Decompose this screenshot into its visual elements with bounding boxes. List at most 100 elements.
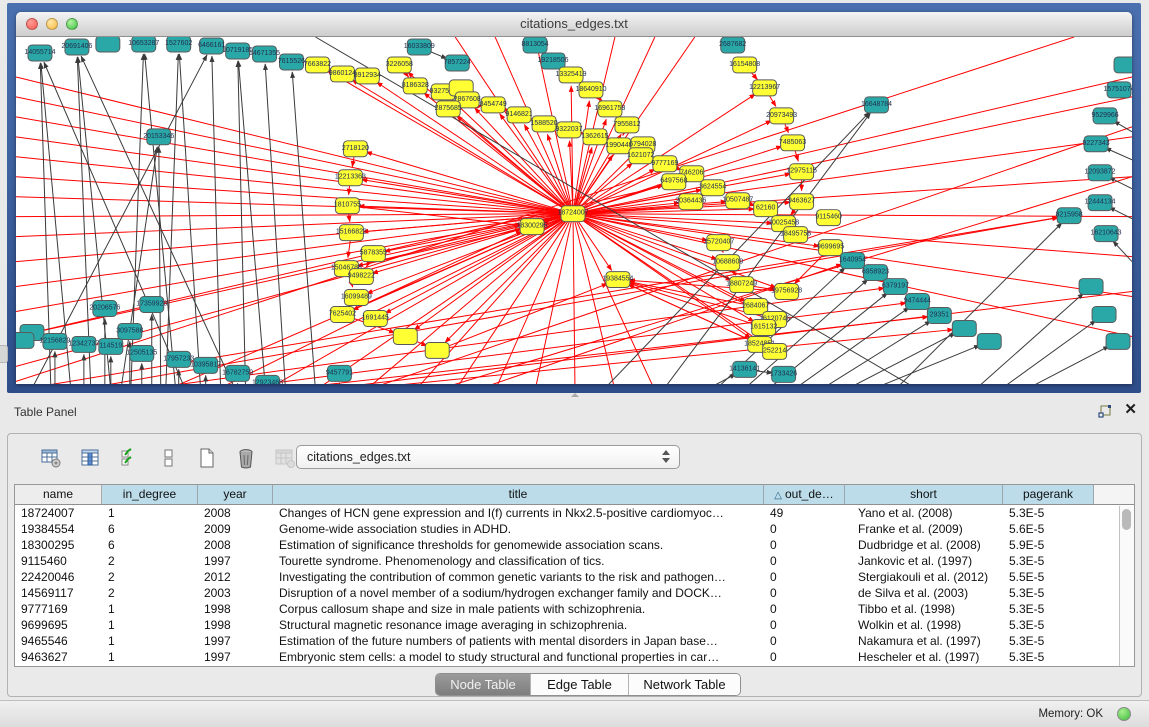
minimize-window-button[interactable] (46, 18, 58, 30)
table-cell[interactable]: 0 (764, 617, 845, 633)
table-cell[interactable]: 6 (102, 521, 198, 537)
table-cell[interactable]: 0 (764, 585, 845, 601)
table-cell[interactable]: 6 (102, 537, 198, 553)
table-cell[interactable]: Stergiakouli et al. (2012) (845, 569, 1003, 585)
scrollbar-thumb[interactable] (1122, 509, 1131, 530)
table-cell[interactable]: 9115460 (15, 553, 102, 569)
table-cell[interactable]: 2003 (198, 585, 273, 601)
table-settings-button[interactable] (38, 445, 64, 471)
table-cell[interactable]: 5.6E-5 (1003, 521, 1094, 537)
row-mode-button[interactable] (155, 445, 181, 471)
graph-node[interactable] (1106, 333, 1130, 349)
table-cell[interactable]: Estimation of the future numbers of pati… (273, 633, 764, 649)
table-cell[interactable]: Structural magnetic resonance image aver… (273, 617, 764, 633)
table-cell[interactable]: 9463627 (15, 649, 102, 665)
table-cell[interactable]: Changes of HCN gene expression and I(f) … (273, 505, 764, 521)
collapsed-panel-handle[interactable] (0, 345, 8, 363)
table-row[interactable]: 1830029562008Estimation of significance … (15, 537, 1134, 553)
table-cell[interactable]: Nakamura et al. (1997) (845, 633, 1003, 649)
table-cell[interactable]: Genome-wide association studies in ADHD. (273, 521, 764, 537)
table-cell[interactable]: Tibbo et al. (1998) (845, 601, 1003, 617)
table-cell[interactable]: 22420046 (15, 569, 102, 585)
table-cell[interactable]: Hescheler et al. (1997) (845, 649, 1003, 665)
table-cell[interactable]: 5.3E-5 (1003, 585, 1094, 601)
table-cell[interactable]: de Silva et al. (2003) (845, 585, 1003, 601)
table-cell[interactable]: 1997 (198, 649, 273, 665)
table-cell[interactable]: 18300295 (15, 537, 102, 553)
table-cell[interactable]: 0 (764, 521, 845, 537)
table-cell[interactable]: 5.3E-5 (1003, 617, 1094, 633)
table-cell[interactable]: 1998 (198, 601, 273, 617)
table-cell[interactable]: 0 (764, 633, 845, 649)
table-cell[interactable]: 1 (102, 601, 198, 617)
table-cell[interactable]: Wolkin et al. (1998) (845, 617, 1003, 633)
table-row[interactable]: 946554611997Estimation of the future num… (15, 633, 1134, 649)
table-cell[interactable]: Yano et al. (2008) (845, 505, 1003, 521)
table-row[interactable]: 946362711997Embryonic stem cells: a mode… (15, 649, 1134, 665)
tab-network-table[interactable]: Network Table (629, 674, 740, 695)
table-cell[interactable]: 0 (764, 569, 845, 585)
table-cell[interactable]: 1 (102, 505, 198, 521)
table-cell[interactable]: 9465546 (15, 633, 102, 649)
column-header-name[interactable]: name (15, 485, 102, 505)
table-cell[interactable]: 18724007 (15, 505, 102, 521)
memory-status-indicator[interactable] (1117, 707, 1131, 721)
table-cell[interactable]: 49 (764, 505, 845, 521)
table-cell[interactable]: 5.3E-5 (1003, 553, 1094, 569)
table-row[interactable]: 911546021997Tourette syndrome. Phenomeno… (15, 553, 1134, 569)
table-cell[interactable]: Corpus callosum shape and size in male p… (273, 601, 764, 617)
column-header-out_de[interactable]: △out_de… (764, 485, 845, 505)
table-cell[interactable]: 1 (102, 633, 198, 649)
graph-node[interactable] (1079, 279, 1103, 295)
graph-node[interactable] (1114, 57, 1132, 73)
citation-network-graph[interactable]: 1405571420691406106532871527602646616110… (16, 37, 1132, 384)
table-cell[interactable]: 0 (764, 601, 845, 617)
table-cell[interactable]: Embryonic stem cells: a model to study s… (273, 649, 764, 665)
table-row[interactable]: 1938455462009Genome-wide association stu… (15, 521, 1134, 537)
table-cell[interactable]: 1 (102, 649, 198, 665)
table-cell[interactable]: 14569117 (15, 585, 102, 601)
table-cell[interactable]: Franke et al. (2009) (845, 521, 1003, 537)
table-cell[interactable]: 0 (764, 537, 845, 553)
tab-node-table[interactable]: Node Table (436, 674, 531, 695)
table-cell[interactable]: 9699695 (15, 617, 102, 633)
graph-node[interactable] (96, 37, 120, 52)
table-cell[interactable]: 9777169 (15, 601, 102, 617)
zoom-window-button[interactable] (66, 18, 78, 30)
table-row[interactable]: 2242004622012Investigating the contribut… (15, 569, 1134, 585)
graph-node[interactable] (393, 328, 417, 344)
graph-node[interactable] (425, 342, 449, 358)
table-cell[interactable]: 2 (102, 553, 198, 569)
graph-node[interactable] (1092, 307, 1116, 323)
table-cell[interactable]: Disruption of a novel member of a sodium… (273, 585, 764, 601)
table-cell[interactable]: 1997 (198, 553, 273, 569)
table-cell[interactable]: 2008 (198, 537, 273, 553)
new-table-button[interactable] (194, 445, 220, 471)
graph-node[interactable] (952, 320, 976, 336)
column-header-in_degree[interactable]: in_degree (102, 485, 198, 505)
column-header-pagerank[interactable]: pagerank (1003, 485, 1094, 505)
network-window-titlebar[interactable]: citations_edges.txt (16, 12, 1132, 37)
table-cell[interactable]: 5.5E-5 (1003, 569, 1094, 585)
table-cell[interactable]: Dudbridge et al. (2008) (845, 537, 1003, 553)
graph-node[interactable] (977, 333, 1001, 349)
table-cell[interactable]: Estimation of significance thresholds fo… (273, 537, 764, 553)
table-cell[interactable]: 5.3E-5 (1003, 649, 1094, 665)
close-panel-icon[interactable]: ✕ (1124, 402, 1137, 418)
table-cell[interactable]: Tourette syndrome. Phenomenology and cla… (273, 553, 764, 569)
table-cell[interactable]: 0 (764, 649, 845, 665)
table-row[interactable]: 977716911998Corpus callosum shape and si… (15, 601, 1134, 617)
column-select-button[interactable] (116, 445, 142, 471)
table-cell[interactable]: 1 (102, 617, 198, 633)
table-cell[interactable]: 19384554 (15, 521, 102, 537)
table-cell[interactable]: Investigating the contribution of common… (273, 569, 764, 585)
tab-edge-table[interactable]: Edge Table (531, 674, 629, 695)
graph-node[interactable] (16, 332, 34, 348)
table-cell[interactable]: 5.9E-5 (1003, 537, 1094, 553)
table-cell[interactable]: 2 (102, 585, 198, 601)
table-row[interactable]: 969969511998Structural magnetic resonanc… (15, 617, 1134, 633)
delete-table-button[interactable] (233, 445, 259, 471)
table-cell[interactable]: 1997 (198, 633, 273, 649)
table-cell[interactable]: Jankovic et al. (1997) (845, 553, 1003, 569)
table-cell[interactable]: 5.3E-5 (1003, 633, 1094, 649)
